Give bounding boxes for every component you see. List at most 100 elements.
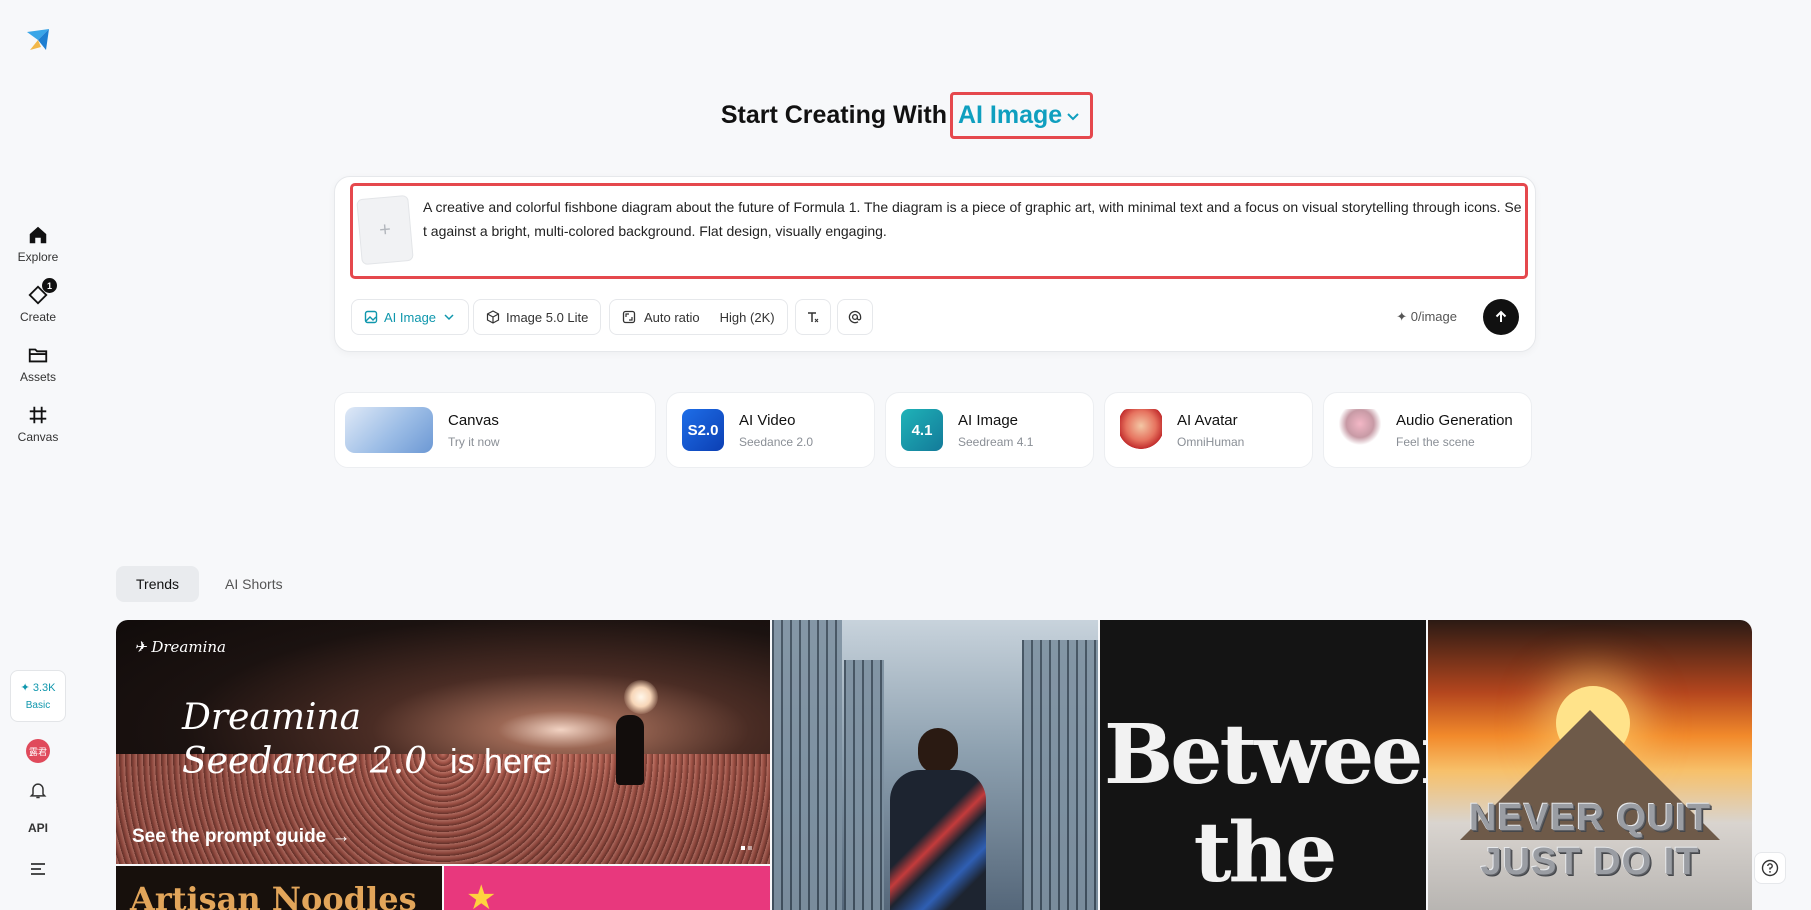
pegasus-thumbnail (345, 407, 433, 453)
model-selector[interactable]: Image 5.0 Lite (473, 299, 602, 335)
prompt-input[interactable]: + A creative and colorful fishbone diagr… (350, 183, 1528, 279)
banner-title-product: Seedance 2.0 (182, 741, 428, 782)
gallery-item-city-portrait[interactable] (772, 620, 1098, 910)
creation-type-dropdown[interactable]: AI Image (949, 92, 1094, 139)
bell-icon[interactable] (28, 780, 48, 800)
cube-icon (486, 310, 500, 324)
seedance-thumbnail: S2.0 (682, 409, 724, 451)
sidebar-item-explore[interactable]: Explore (0, 224, 76, 264)
ratio-quality-selector[interactable]: Auto ratio High (2K) (609, 299, 788, 335)
building (1022, 640, 1098, 910)
mountain-text-line2: JUST DO IT (1480, 841, 1700, 883)
between-artwork-text: Between the (1104, 707, 1426, 901)
text-format-icon (808, 312, 819, 323)
person-figure (890, 728, 986, 910)
prompt-guide-link[interactable]: See the prompt guide → (132, 826, 351, 848)
folder-icon (28, 348, 48, 363)
feature-title: AI Avatar (1177, 411, 1238, 429)
sidebar-item-label: Explore (17, 250, 59, 264)
mode-label: AI Image (384, 309, 437, 325)
creation-type-value: AI Image (957, 101, 1063, 129)
sidebar-item-label: Assets (19, 370, 56, 384)
banner-figure (616, 715, 644, 785)
gallery-item-noodles[interactable]: Artisan Noodles (116, 866, 442, 910)
generate-button[interactable] (1483, 299, 1519, 335)
ratio-label: Auto ratio (644, 309, 700, 325)
feature-subtitle: Seedance 2.0 (739, 434, 814, 449)
banner-light (624, 680, 658, 714)
sidebar-item-label: Canvas (17, 430, 59, 444)
feature-title: AI Image (958, 411, 1019, 429)
noodles-artwork-text: Artisan Noodles (130, 880, 417, 910)
person-body (890, 770, 986, 910)
heading-text: Start Creating With (720, 101, 947, 129)
menu-icon[interactable] (29, 861, 47, 877)
sidebar-item-canvas[interactable]: Canvas (0, 404, 76, 444)
promo-banner[interactable]: ✈ Dreamina Dreamina Seedance 2.0 is here… (116, 620, 770, 864)
prompt-toolbar: AI Image Image 5.0 Lite Auto ratio High … (351, 299, 1519, 335)
feature-subtitle: OmniHuman (1177, 434, 1245, 449)
api-link[interactable]: API (0, 821, 76, 835)
notification-badge: 1 (42, 278, 57, 293)
avatar[interactable]: 露君 (26, 739, 50, 763)
model-label: Image 5.0 Lite (506, 309, 589, 325)
sidebar-item-label: Create (19, 310, 57, 324)
carousel-dot[interactable] (741, 846, 745, 850)
sidebar-item-assets[interactable]: Assets (0, 344, 76, 384)
building (844, 660, 884, 910)
banner-title: Dreamina Seedance 2.0 is here (182, 696, 552, 784)
feature-title: Canvas (448, 411, 499, 429)
carousel-dots[interactable] (741, 846, 752, 850)
feature-card-ai-avatar[interactable]: AI Avatar OmniHuman (1104, 392, 1313, 468)
feature-card-ai-video[interactable]: S2.0 AI Video Seedance 2.0 (666, 392, 875, 468)
mention-button[interactable] (837, 299, 873, 335)
person-head (918, 728, 958, 774)
banner-title-line1: Dreamina (182, 697, 362, 738)
app-logo-icon[interactable] (24, 26, 52, 54)
aspect-ratio-icon (622, 310, 636, 324)
help-button[interactable] (1754, 852, 1786, 884)
feature-card-audio-generation[interactable]: Audio Generation Feel the scene (1323, 392, 1532, 468)
question-mark-icon (1761, 859, 1779, 877)
seedream-thumbnail: 4.1 (901, 409, 943, 451)
feature-card-ai-image[interactable]: 4.1 AI Image Seedream 4.1 (885, 392, 1094, 468)
feature-subtitle: Feel the scene (1396, 434, 1475, 449)
feature-title: Audio Generation (1396, 411, 1513, 429)
mountain-text-line1: NEVER QUIT (1468, 797, 1712, 839)
star-icon: ★ (466, 879, 497, 910)
gallery-item-between-the[interactable]: Between the (1100, 620, 1426, 910)
banner-title-line2: Seedance 2.0 is here (182, 740, 552, 784)
arrow-up-icon (1495, 310, 1507, 322)
prompt-text[interactable]: A creative and colorful fishbone diagram… (423, 195, 1523, 243)
gallery-item-never-quit[interactable]: NEVER QUIT JUST DO IT (1428, 620, 1752, 910)
carousel-dot[interactable] (748, 846, 752, 850)
tab-trends[interactable]: Trends (116, 566, 200, 602)
home-icon (29, 226, 47, 244)
chevron-down-icon (444, 314, 454, 321)
building (772, 620, 842, 910)
mode-selector[interactable]: AI Image (351, 299, 470, 335)
prompt-card: + A creative and colorful fishbone diagr… (334, 176, 1536, 352)
image-icon (364, 310, 378, 324)
feature-card-canvas[interactable]: Canvas Try it now (334, 392, 656, 468)
sidebar-item-create[interactable]: 1 Create (0, 278, 76, 324)
cost-per-image: ✦ 0/image (1396, 309, 1457, 324)
canvas-icon (29, 406, 47, 424)
banner-title-suffix: is here (450, 743, 553, 781)
tab-ai-shorts[interactable]: AI Shorts (205, 566, 303, 602)
feature-subtitle: Seedream 4.1 (958, 434, 1034, 449)
text-style-button[interactable] (795, 299, 831, 335)
mountain-artwork-text: NEVER QUIT JUST DO IT (1428, 796, 1752, 884)
page-heading: Start Creating With AI Image (0, 92, 1811, 139)
chevron-down-icon (1067, 112, 1079, 120)
at-sign-icon (848, 310, 862, 324)
microphone-thumbnail (1339, 409, 1381, 451)
feature-subtitle: Try it now (448, 434, 500, 449)
credits-button[interactable]: ✦ 3.3K Basic (10, 670, 66, 722)
banner-brand-text: Dreamina (151, 638, 226, 656)
upload-reference-button[interactable]: + (356, 194, 414, 266)
plan-label: Basic (25, 700, 51, 711)
feature-title: AI Video (739, 411, 796, 429)
credits-count: ✦ 3.3K (20, 682, 56, 694)
gallery-item-pink-art[interactable]: ★ (444, 866, 770, 910)
